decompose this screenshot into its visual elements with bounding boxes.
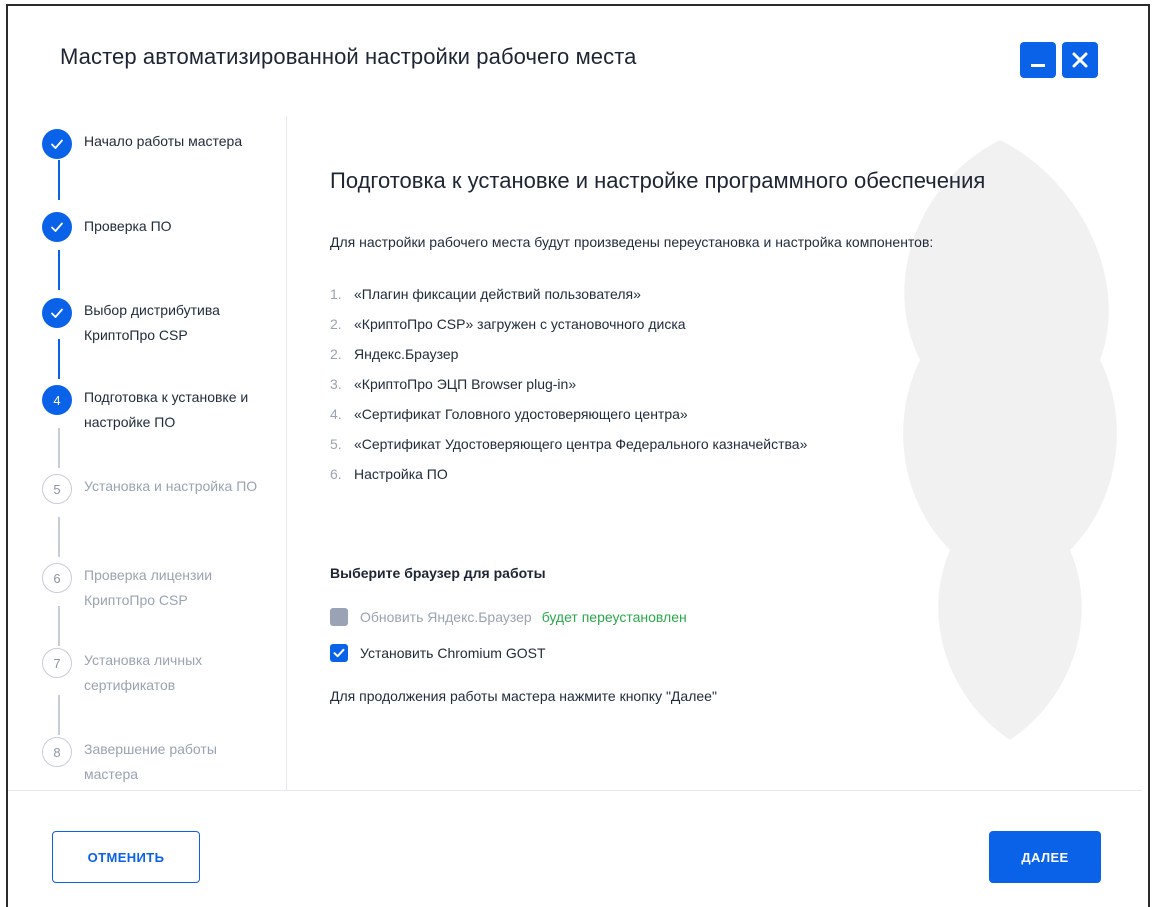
step-number: 7 — [42, 648, 72, 678]
list-item: 5. «Сертификат Удостоверяющего центра Фед… — [330, 436, 807, 466]
intro-text: Для настройки рабочего места будут произ… — [330, 234, 934, 250]
step-connector — [58, 606, 60, 646]
item-number: 3. — [330, 376, 342, 392]
step-label: Установка личных сертификатов — [84, 652, 203, 693]
step-connector — [58, 339, 60, 379]
step-label: Выбор дистрибутива КриптоПро CSP — [84, 302, 220, 343]
item-number: 5. — [330, 436, 342, 452]
option-update-yandex: Обновить Яндекс.Браузер будет переустано… — [330, 606, 687, 628]
list-item: 1. «Плагин фиксации действий пользователя… — [330, 286, 807, 316]
step-done-icon — [42, 212, 72, 242]
window-title: Мастер автоматизированной настройки рабо… — [60, 44, 637, 69]
minimize-icon — [1031, 64, 1045, 67]
page-heading: Подготовка к установке и настройке прогр… — [330, 168, 986, 193]
step-number: 6 — [42, 563, 72, 593]
footer-divider — [8, 790, 1142, 791]
step-label: Проверка ПО — [84, 218, 172, 234]
emblem-watermark — [903, 140, 1117, 740]
item-text: «КриптоПро ЭЦП Browser plug-in» — [354, 376, 577, 392]
list-item: 4. «Сертификат Головного удостоверяющего … — [330, 406, 807, 436]
item-text: Яндекс.Браузер — [354, 346, 459, 362]
close-icon — [1072, 52, 1088, 68]
step-number: 8 — [42, 737, 72, 767]
checkbox-update-yandex — [330, 608, 348, 626]
cancel-button[interactable]: ОТМЕНИТЬ — [52, 831, 200, 883]
checkmark-icon — [333, 648, 345, 658]
continue-hint: Для продолжения работы мастера нажмите к… — [330, 688, 717, 704]
minimize-button[interactable] — [1020, 42, 1056, 78]
list-item: 2. Яндекс.Браузер — [330, 346, 807, 376]
step-label: Завершение работы мастера — [84, 741, 217, 782]
step-connector — [58, 160, 60, 200]
list-item: 2. «КриптоПро CSP» загружен с установочно… — [330, 316, 807, 346]
option-install-chromium[interactable]: Установить Chromium GOST — [330, 642, 546, 664]
step-number: 4 — [42, 385, 72, 415]
list-item: 3. «КриптоПро ЭЦП Browser plug-in» — [330, 376, 807, 406]
item-number: 2. — [330, 346, 342, 362]
step-done-icon — [42, 298, 72, 328]
step-label: Подготовка к установке и настройке ПО — [84, 389, 249, 430]
item-number: 2. — [330, 316, 342, 332]
item-text: Настройка ПО — [354, 466, 448, 482]
step-number: 5 — [42, 474, 72, 504]
step-label: Начало работы мастера — [84, 133, 243, 149]
components-list: 1. «Плагин фиксации действий пользователя… — [330, 286, 807, 496]
reinstall-note: будет переустановлен — [541, 609, 687, 625]
list-item: 6. Настройка ПО — [330, 466, 807, 496]
item-text: «Плагин фиксации действий пользователя» — [354, 286, 641, 302]
item-number: 4. — [330, 406, 342, 422]
next-button[interactable]: ДАЛЕЕ — [989, 831, 1101, 883]
step-connector — [58, 695, 60, 735]
item-text: «Сертификат Удостоверяющего центра Федер… — [354, 436, 808, 452]
step-connector — [58, 428, 60, 468]
step-connector — [58, 517, 60, 557]
step-label: Проверка лицензии КриптоПро CSP — [84, 567, 213, 608]
step-connector — [58, 250, 60, 290]
item-number: 1. — [330, 286, 342, 302]
browser-section-title: Выберите браузер для работы — [330, 565, 546, 581]
step-label: Установка и настройка ПО — [84, 478, 258, 494]
item-text: «Сертификат Головного удостоверяющего це… — [354, 406, 688, 422]
option-label: Обновить Яндекс.Браузер — [360, 609, 532, 625]
option-label[interactable]: Установить Chromium GOST — [360, 645, 546, 661]
item-text: «КриптоПро CSP» загружен с установочного… — [354, 316, 686, 332]
step-done-icon — [42, 129, 72, 159]
item-number: 6. — [330, 466, 342, 482]
close-button[interactable] — [1062, 42, 1098, 78]
checkbox-install-chromium[interactable] — [330, 644, 348, 662]
